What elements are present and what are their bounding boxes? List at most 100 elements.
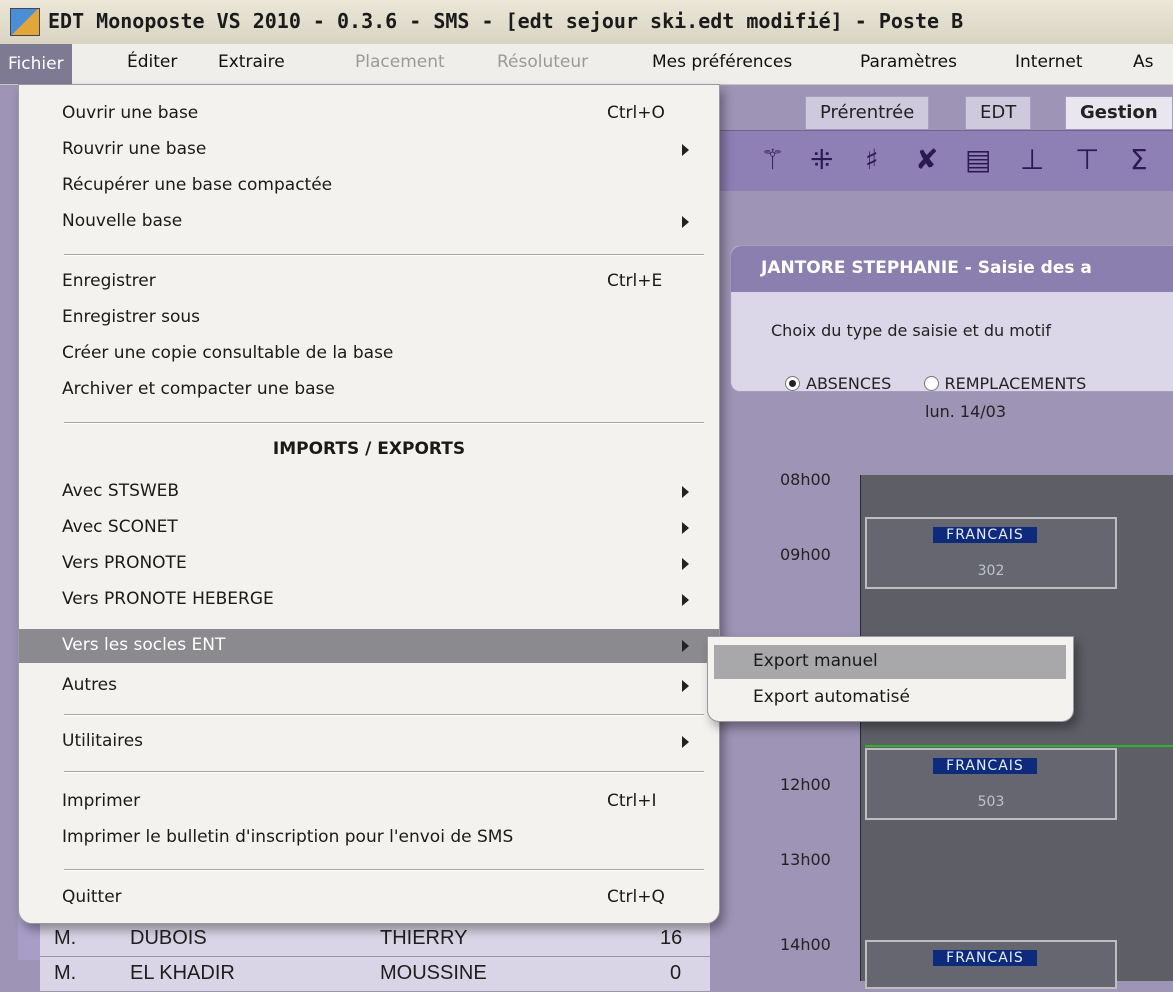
- radio-remplacements[interactable]: [923, 376, 939, 391]
- imports-exports-header: IMPORTS / EXPORTS: [272, 439, 466, 459]
- submenu-arrow-icon: [682, 736, 689, 748]
- menu-separator: [64, 254, 704, 256]
- submenu-arrow-icon: [682, 216, 689, 228]
- toolbar-sum-icon[interactable]: Σ: [1130, 143, 1148, 176]
- socles-ent-submenu: Export manuel Export automatisé: [707, 636, 1074, 722]
- course-block[interactable]: FRANCAIS: [865, 940, 1117, 989]
- submenu-arrow-icon: [682, 640, 689, 652]
- menu-item-creer-copie[interactable]: Créer une copie consultable de la base: [19, 337, 719, 371]
- menu-mes-preferences[interactable]: Mes préférences: [652, 52, 792, 72]
- toolbar-tool-3-icon[interactable]: ⊥: [1020, 143, 1044, 176]
- tab-gestion[interactable]: Gestion: [1065, 96, 1173, 129]
- toolbar-tool-2-icon[interactable]: ⁜: [810, 143, 833, 176]
- panel-header: JANTORE STEPHANIE - Saisie des a: [731, 246, 1173, 292]
- menu-item-rouvrir-base[interactable]: Rouvrir une base: [19, 133, 719, 167]
- menu-item-label: Export automatisé: [753, 687, 910, 707]
- menu-item-autres[interactable]: Autres: [19, 669, 719, 703]
- course-block[interactable]: FRANCAIS 503: [865, 748, 1117, 820]
- tab-prerentree[interactable]: Prérentrée: [805, 96, 930, 129]
- course-room: 302: [977, 563, 1005, 579]
- toolbar-cut-icon[interactable]: ✘: [915, 143, 938, 176]
- menu-editer[interactable]: Éditer: [127, 52, 177, 72]
- menu-item-label: Enregistrer sous: [62, 307, 200, 327]
- menu-item-stsweb[interactable]: Avec STSWEB: [19, 475, 719, 509]
- menu-item-label: Avec STSWEB: [62, 481, 180, 501]
- hour-label: 12h00: [780, 775, 831, 794]
- menu-separator: [64, 422, 704, 424]
- course-room: 503: [977, 794, 1005, 810]
- current-time-line: [865, 745, 1173, 747]
- menu-item-label: Enregistrer: [62, 271, 156, 291]
- title-bar: EDT Monoposte VS 2010 - 0.3.6 - SMS - [e…: [0, 0, 1173, 45]
- menu-item-label: Nouvelle base: [62, 211, 183, 231]
- menu-item-shortcut: Ctrl+E: [607, 271, 663, 291]
- menu-item-label: Quitter: [62, 887, 122, 907]
- toolbar-list-icon[interactable]: ▤: [965, 143, 991, 176]
- cell-nom: DUBOIS: [130, 927, 207, 949]
- radio-absences-label: ABSENCES: [806, 374, 892, 393]
- hour-label: 09h00: [780, 545, 831, 564]
- menu-item-label: Récupérer une base compactée: [62, 175, 333, 195]
- menu-item-enregistrer[interactable]: Enregistrer Ctrl+E: [19, 265, 719, 299]
- course-block[interactable]: FRANCAIS 302: [865, 517, 1117, 589]
- menu-separator: [64, 771, 704, 773]
- menu-item-label: Créer une copie consultable de la base: [62, 343, 394, 363]
- radio-absences[interactable]: [785, 376, 800, 391]
- cell-count: 16: [660, 927, 683, 949]
- menu-item-utilitaires[interactable]: Utilitaires: [19, 725, 719, 759]
- toolbar-grid-icon[interactable]: ♯: [865, 143, 879, 176]
- menu-item-ouvrir-base[interactable]: Ouvrir une base Ctrl+O: [19, 97, 719, 131]
- menu-internet[interactable]: Internet: [1015, 52, 1083, 72]
- menu-item-label: Rouvrir une base: [62, 139, 207, 159]
- menu-item-vers-pronote-heberge[interactable]: Vers PRONOTE HEBERGE: [19, 583, 719, 617]
- menu-item-imprimer-bulletin[interactable]: Imprimer le bulletin d'inscription pour …: [19, 821, 719, 855]
- menu-item-shortcut: Ctrl+I: [607, 791, 657, 811]
- table-row[interactable]: M. EL KHADIR MOUSSINE 0: [40, 957, 710, 992]
- menu-item-label: Utilitaires: [62, 731, 144, 751]
- menu-item-imprimer[interactable]: Imprimer Ctrl+I: [19, 785, 719, 819]
- menu-parametres[interactable]: Paramètres: [860, 52, 957, 72]
- menu-item-export-automatise[interactable]: Export automatisé: [714, 681, 1066, 715]
- fichier-menu: Ouvrir une base Ctrl+O Rouvrir une base …: [18, 84, 720, 924]
- menu-item-enregistrer-sous[interactable]: Enregistrer sous: [19, 301, 719, 335]
- menu-item-label: Vers les socles ENT: [62, 635, 226, 655]
- radio-group: ABSENCES REMPLACEMENTS: [785, 374, 1086, 393]
- choice-label: Choix du type de saisie et du motif: [771, 321, 1052, 340]
- menu-item-nouvelle-base[interactable]: Nouvelle base: [19, 205, 719, 239]
- menu-bar: Fichier Éditer Extraire Placement Résolu…: [0, 44, 1173, 85]
- menu-item-recuperer-base[interactable]: Récupérer une base compactée: [19, 169, 719, 203]
- radio-remplacements-label: REMPLACEMENTS: [944, 374, 1087, 393]
- menu-item-sconet[interactable]: Avec SCONET: [19, 511, 719, 545]
- cell-civ: M.: [54, 927, 77, 949]
- menu-item-label: Vers PRONOTE: [62, 553, 187, 573]
- course-subject: FRANCAIS: [933, 527, 1037, 543]
- toolbar-tool-4-icon[interactable]: ⊤: [1075, 143, 1099, 176]
- tab-edt[interactable]: EDT: [965, 96, 1032, 129]
- toolbar-tool-1-icon[interactable]: ⚚: [760, 143, 785, 176]
- menu-as[interactable]: As: [1133, 52, 1154, 72]
- submenu-arrow-icon: [682, 144, 689, 156]
- menu-placement[interactable]: Placement: [355, 52, 445, 72]
- menu-fichier[interactable]: Fichier: [0, 44, 72, 84]
- table-row[interactable]: M. DUBOIS THIERRY 16: [40, 922, 710, 957]
- menu-item-quitter[interactable]: Quitter Ctrl+Q: [19, 881, 719, 915]
- menu-resoluteur[interactable]: Résoluteur: [497, 52, 588, 72]
- menu-extraire[interactable]: Extraire: [218, 52, 285, 72]
- menu-item-label: Imprimer le bulletin d'inscription pour …: [62, 827, 514, 847]
- menu-item-label: Export manuel: [753, 651, 878, 671]
- menu-item-export-manuel[interactable]: Export manuel: [714, 645, 1066, 679]
- hour-label: 14h00: [780, 935, 831, 954]
- menu-item-label: Avec SCONET: [62, 517, 178, 537]
- toolbar: ⚚ ⁜ ♯ ✘ ▤ ⊥ ⊤ Σ: [715, 130, 1173, 191]
- menu-item-vers-socles-ent[interactable]: Vers les socles ENT: [19, 629, 719, 663]
- window-title: EDT Monoposte VS 2010 - 0.3.6 - SMS - [e…: [48, 9, 964, 33]
- menu-separator: [64, 869, 704, 871]
- menu-item-archiver[interactable]: Archiver et compacter une base: [19, 373, 719, 407]
- cell-count: 0: [670, 962, 682, 984]
- menu-item-label: Vers PRONOTE HEBERGE: [62, 589, 274, 609]
- cell-prenom: THIERRY: [380, 927, 468, 949]
- submenu-arrow-icon: [682, 594, 689, 606]
- submenu-arrow-icon: [682, 558, 689, 570]
- menu-item-vers-pronote[interactable]: Vers PRONOTE: [19, 547, 719, 581]
- cell-nom: EL KHADIR: [130, 962, 235, 984]
